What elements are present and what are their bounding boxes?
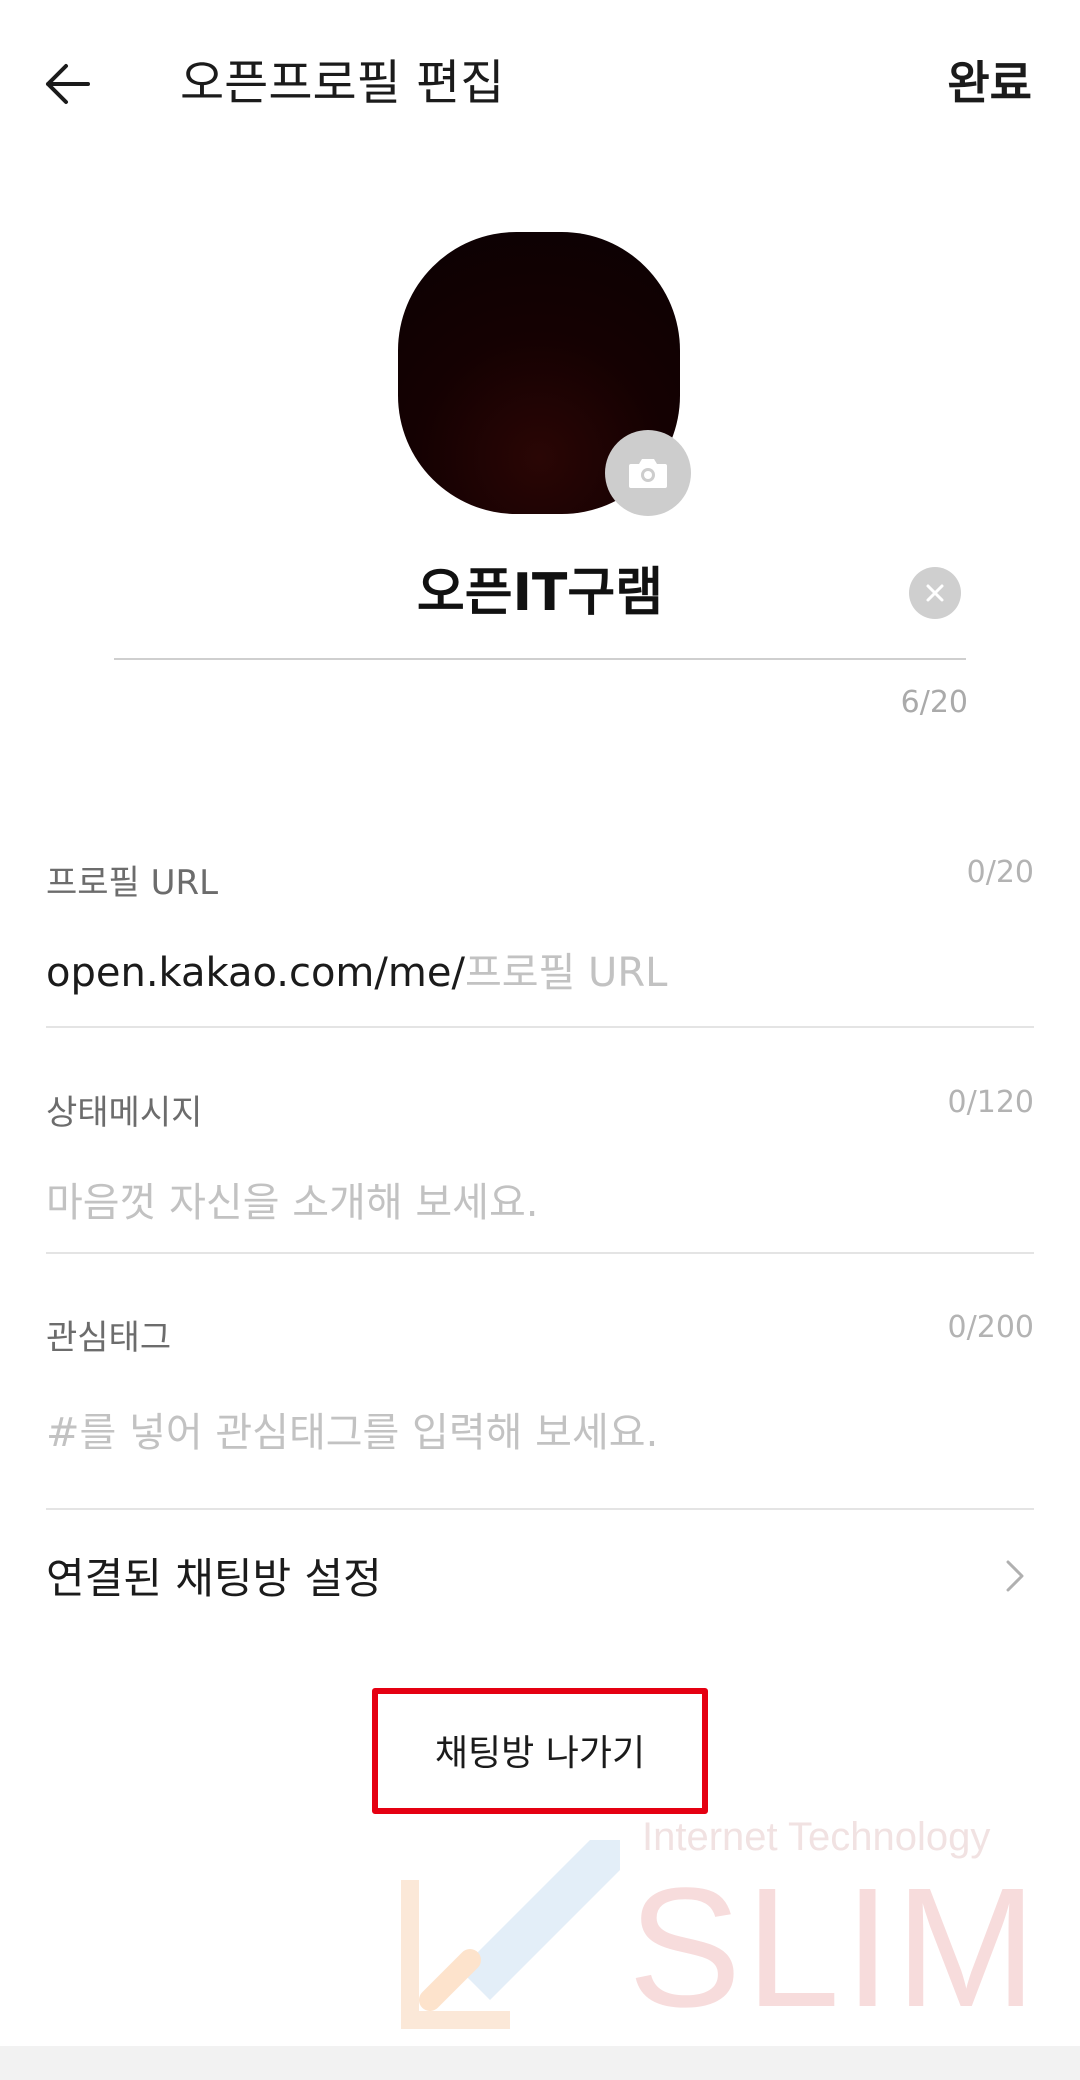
interest-tags-input[interactable]: #를 넣어 관심태그를 입력해 보세요. (46, 1400, 658, 1458)
arrow-left-icon (46, 64, 90, 104)
name-char-count: 6/20 (900, 685, 968, 720)
change-photo-button[interactable] (605, 430, 691, 516)
watermark-logo (401, 1840, 620, 2029)
profile-url-prefix: open.kakao.com/me/ (46, 950, 465, 996)
chevron-right-icon[interactable] (994, 1556, 1034, 1596)
watermark-brand: SLIM (628, 1853, 1041, 2043)
profile-url-placeholder: 프로필 URL (464, 950, 668, 996)
status-message-count: 0/120 (947, 1085, 1034, 1120)
profile-name-input[interactable]: 오픈IT구램 (114, 558, 966, 628)
profile-url-label: 프로필 URL (46, 863, 219, 903)
linked-chat-settings[interactable]: 연결된 채팅방 설정 (46, 1545, 382, 1606)
page-title: 오픈프로필 편집 (180, 55, 505, 111)
interest-tags-label: 관심태그 (46, 1318, 172, 1358)
leave-chatroom-button[interactable]: 채팅방 나가기 (384, 1698, 696, 1802)
clear-name-button[interactable] (909, 567, 961, 619)
back-button[interactable] (40, 44, 140, 124)
profile-url-count: 0/20 (966, 855, 1034, 890)
name-underline (114, 658, 966, 660)
bottom-bar (0, 2046, 1080, 2080)
done-button[interactable]: 완료 (947, 48, 1032, 118)
camera-icon (629, 459, 667, 488)
divider (46, 1252, 1034, 1254)
status-message-label: 상태메시지 (46, 1093, 203, 1133)
close-icon (926, 584, 944, 602)
profile-url-input[interactable]: open.kakao.com/me/프로필 URL (46, 940, 667, 998)
divider (46, 1508, 1034, 1510)
status-message-input[interactable]: 마음껏 자신을 소개해 보세요. (46, 1170, 538, 1228)
interest-tags-count: 0/200 (947, 1310, 1034, 1345)
divider (46, 1026, 1034, 1028)
